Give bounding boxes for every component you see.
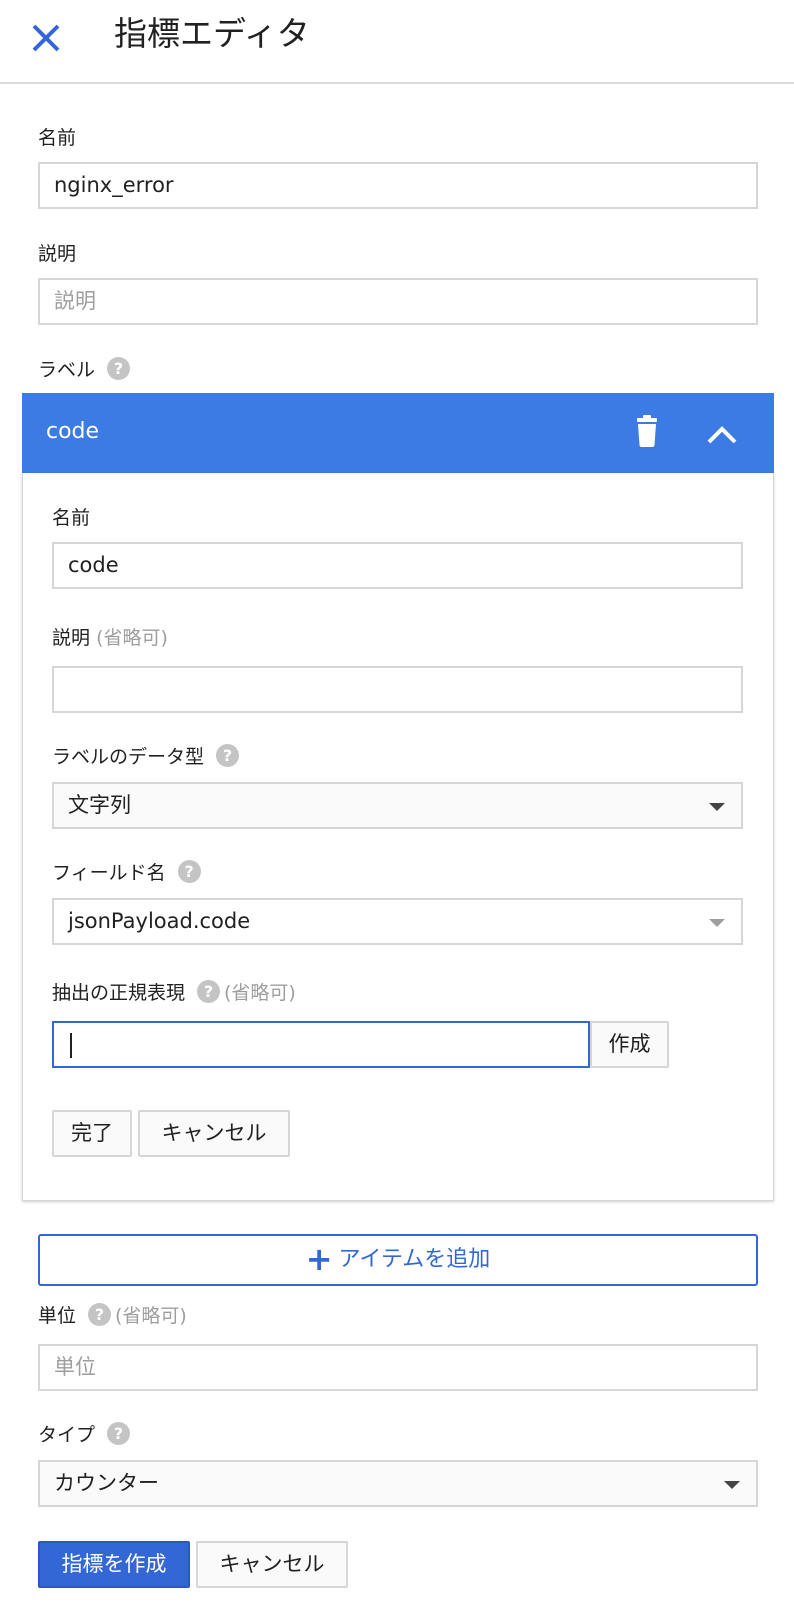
field-name-label-text: フィールド名	[52, 862, 166, 884]
description-label: 説明	[38, 243, 77, 265]
page-title: 指標エディタ	[114, 14, 310, 53]
type-select[interactable]: カウンター	[38, 1460, 758, 1507]
data-type-value: 文字列	[68, 793, 131, 817]
labels-label-text: ラベル	[38, 359, 96, 381]
label-name-value: code	[68, 553, 119, 577]
label-description-label-text: 説明	[52, 627, 91, 649]
units-field[interactable]: 単位	[38, 1344, 758, 1391]
data-type-select[interactable]: 文字列	[52, 782, 743, 829]
label-name-label: 名前	[52, 507, 91, 529]
help-icon[interactable]: ?	[88, 1303, 112, 1326]
regex-label: 抽出の正規表現? (省略可)	[52, 980, 296, 1006]
label-panel-title: code	[46, 419, 100, 444]
data-type-label-text: ラベルのデータ型	[52, 746, 205, 768]
label-panel-header[interactable]: code	[22, 393, 774, 473]
field-name-combobox[interactable]: jsonPayload.code	[52, 898, 743, 945]
dropdown-arrow-icon	[724, 1481, 740, 1489]
cancel-button[interactable]: キャンセル	[196, 1541, 348, 1588]
units-label: 単位? (省略可)	[38, 1303, 187, 1329]
label-cancel-button[interactable]: キャンセル	[138, 1110, 290, 1157]
help-icon[interactable]: ?	[177, 860, 201, 883]
name-label: 名前	[38, 127, 77, 149]
field-name-value: jsonPayload.code	[68, 909, 251, 933]
add-item-label: アイテムを追加	[338, 1247, 491, 1272]
description-placeholder: 説明	[54, 289, 96, 313]
done-button[interactable]: 完了	[52, 1110, 132, 1157]
type-label: タイプ?	[38, 1422, 134, 1448]
units-label-text: 単位	[38, 1305, 77, 1327]
regex-input[interactable]	[52, 1021, 590, 1068]
regex-label-text: 抽出の正規表現	[52, 982, 186, 1004]
field-name-label: フィールド名?	[52, 860, 205, 886]
label-description-field[interactable]	[52, 666, 743, 713]
type-value: カウンター	[54, 1471, 159, 1495]
help-icon[interactable]: ?	[107, 357, 131, 380]
data-type-label: ラベルのデータ型?	[52, 744, 243, 770]
label-name-field[interactable]: code	[52, 542, 743, 589]
help-icon[interactable]: ?	[197, 980, 221, 1003]
trash-icon[interactable]	[632, 415, 662, 449]
help-icon[interactable]: ?	[216, 744, 240, 767]
labels-label: ラベル?	[38, 357, 134, 383]
chevron-up-icon[interactable]	[702, 415, 742, 451]
create-metric-button[interactable]: 指標を作成	[38, 1541, 190, 1588]
build-regex-button[interactable]: 作成	[590, 1021, 669, 1068]
description-field[interactable]: 説明	[38, 278, 758, 325]
close-icon[interactable]	[26, 18, 66, 58]
optional-text: (省略可)	[115, 1305, 187, 1327]
optional-text: (省略可)	[224, 982, 296, 1004]
label-description-label: 説明 (省略可)	[52, 625, 168, 651]
type-label-text: タイプ	[38, 1424, 96, 1446]
help-icon[interactable]: ?	[107, 1422, 131, 1445]
dropdown-arrow-icon	[709, 919, 725, 927]
units-placeholder: 単位	[54, 1355, 96, 1379]
dropdown-arrow-icon	[709, 803, 725, 811]
add-item-button[interactable]: + アイテムを追加	[38, 1234, 758, 1286]
text-cursor	[70, 1033, 72, 1058]
name-field-value: nginx_error	[54, 173, 174, 197]
plus-icon: +	[305, 1240, 333, 1278]
optional-text: (省略可)	[96, 627, 168, 649]
name-field[interactable]: nginx_error	[38, 162, 758, 209]
editor-header: 指標エディタ	[0, 0, 794, 84]
